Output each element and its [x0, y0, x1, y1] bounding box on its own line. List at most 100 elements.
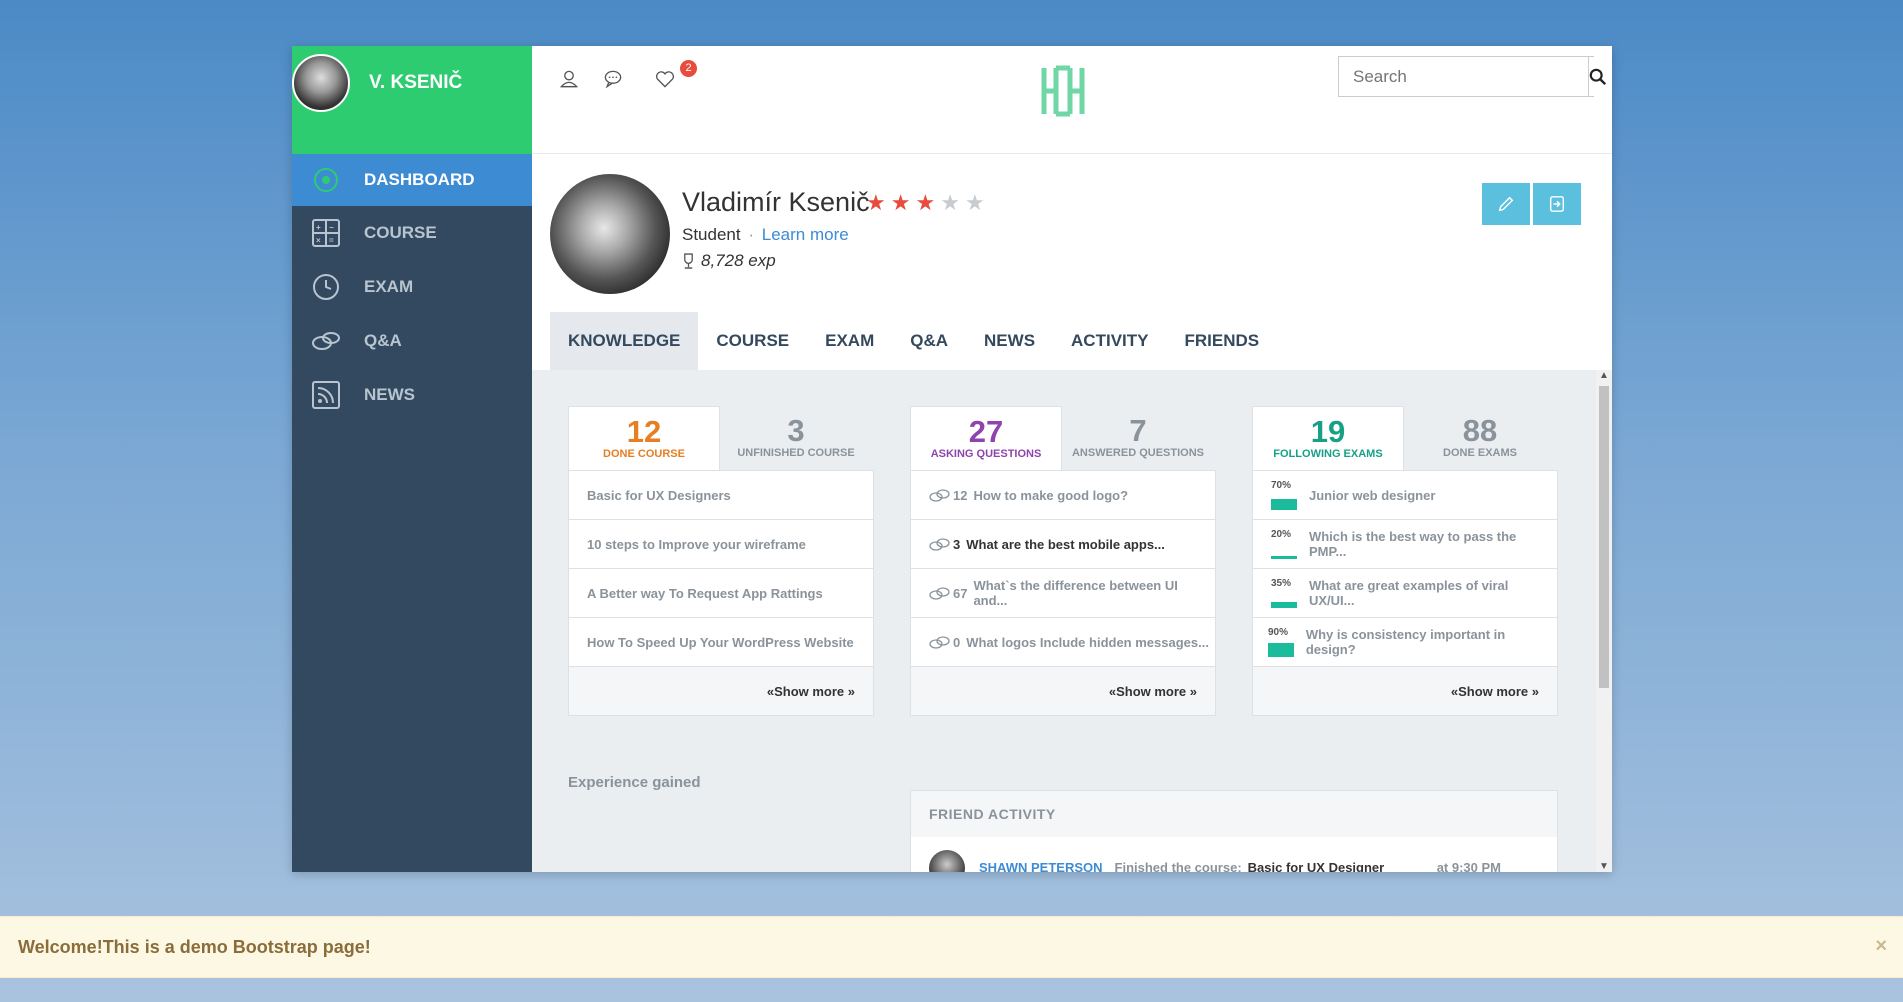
- asking-questions-tab[interactable]: 27 ASKING QUESTIONS: [910, 406, 1062, 470]
- main-content: 12 DONE COURSE 3 UNFINISHED COURSE Basic…: [532, 370, 1612, 872]
- welcome-alert: Welcome!This is a demo Bootstrap page! ×: [0, 916, 1903, 978]
- sidebar-item-label: COURSE: [364, 223, 437, 242]
- sidebar-user[interactable]: V. KSENIČ: [292, 46, 532, 154]
- question-text: What logos Include hidden messages...: [966, 634, 1209, 650]
- tab-news[interactable]: NEWS: [966, 312, 1053, 370]
- sidebar-item-news[interactable]: NEWS: [292, 368, 532, 422]
- chat-icon: [310, 325, 342, 357]
- list-item[interactable]: A Better way To Request App Rattings: [569, 569, 873, 618]
- list-item[interactable]: 67 What`s the difference between UI and.…: [911, 569, 1215, 618]
- tab-knowledge[interactable]: KNOWLEDGE: [550, 312, 699, 370]
- logout-button[interactable]: [1533, 183, 1581, 225]
- user-name[interactable]: V. KSENIČ: [369, 72, 462, 94]
- progress-percent: 35%: [1271, 578, 1292, 589]
- sidebar-item-label: Q&A: [364, 331, 402, 350]
- list-item[interactable]: 3 What are the best mobile apps...: [911, 520, 1215, 569]
- scroll-thumb[interactable]: [1599, 386, 1609, 688]
- search-input[interactable]: [1339, 57, 1588, 96]
- list-item[interactable]: How To Speed Up Your WordPress Website: [569, 618, 873, 667]
- exam-title: Why is consistency important in design?: [1305, 627, 1506, 657]
- progress-percent: 70%: [1271, 480, 1292, 491]
- list-item[interactable]: 0 What logos Include hidden messages...: [911, 618, 1215, 667]
- stat-number: 19: [1310, 414, 1346, 449]
- list-item[interactable]: 10 steps to Improve your wireframe: [569, 520, 873, 569]
- activity-target[interactable]: Basic for UX Designer: [1248, 860, 1385, 872]
- message-icon[interactable]: [602, 68, 628, 94]
- friend-activity-panel: FRIEND ACTIVITY SHAWN PETERSON Finished …: [910, 790, 1558, 872]
- done-course-tab[interactable]: 12 DONE COURSE: [568, 406, 720, 470]
- profile-exp: 8,728 exp: [682, 251, 776, 271]
- progress-fill: [1268, 643, 1294, 657]
- rating-stars: ★ ★ ★ ★ ★: [866, 190, 985, 216]
- close-icon[interactable]: ×: [1875, 935, 1887, 958]
- list-item[interactable]: Basic for UX Designers: [569, 471, 873, 520]
- scroll-down-icon[interactable]: ▼: [1599, 861, 1609, 872]
- chat-icon: [929, 636, 950, 649]
- list-item[interactable]: 12 How to make good logo?: [911, 471, 1215, 520]
- scroll-up-icon[interactable]: ▲: [1599, 370, 1609, 381]
- unfinished-course-tab[interactable]: 3 UNFINISHED COURSE: [720, 406, 872, 470]
- stat-label: UNFINISHED COURSE: [737, 447, 855, 459]
- exam-title: Which is the best way to pass the PMP...: [1308, 529, 1517, 559]
- sidebar-item-label: NEWS: [364, 385, 415, 404]
- progress-fill: [1271, 556, 1297, 559]
- chat-icon: [929, 538, 950, 551]
- edit-button[interactable]: [1482, 183, 1530, 225]
- star-icon: ★: [866, 190, 886, 215]
- questions-list: 12 How to make good logo? 3 What are the…: [910, 470, 1216, 716]
- done-exams-tab[interactable]: 88 DONE EXAMS: [1404, 406, 1556, 470]
- answer-count: 67: [952, 585, 968, 601]
- tab-activity[interactable]: ACTIVITY: [1053, 312, 1166, 370]
- list-item[interactable]: 20% Which is the best way to pass the PM…: [1253, 520, 1557, 569]
- progress-fill: [1271, 602, 1297, 608]
- sidebar-menu: DASHBOARD + − × = COURSE EXAM Q&A NEWS: [292, 154, 532, 422]
- exp-value: 8,728 exp: [701, 251, 776, 270]
- brand-logo[interactable]: [1040, 64, 1086, 118]
- progress-bar: 90%: [1268, 627, 1294, 657]
- pencil-icon: [1498, 196, 1514, 212]
- question-text: What are the best mobile apps...: [966, 536, 1165, 552]
- courses-tabs: 12 DONE COURSE 3 UNFINISHED COURSE: [568, 406, 874, 470]
- heart-icon[interactable]: [654, 68, 680, 94]
- experience-gained-title: Experience gained: [568, 774, 701, 791]
- sidebar-item-exam[interactable]: EXAM: [292, 260, 532, 314]
- sidebar-item-qa[interactable]: Q&A: [292, 314, 532, 368]
- show-more-link[interactable]: «Show more »: [569, 667, 873, 715]
- role-label: Student: [682, 225, 741, 244]
- learn-more-link[interactable]: Learn more: [762, 225, 849, 244]
- search-icon: [1589, 68, 1607, 85]
- tab-friends[interactable]: FRIENDS: [1166, 312, 1277, 370]
- sidebar-item-dashboard[interactable]: DASHBOARD: [292, 154, 532, 206]
- avatar[interactable]: [292, 54, 350, 112]
- sidebar-item-course[interactable]: + − × = COURSE: [292, 206, 532, 260]
- stat-number: 88: [1462, 413, 1498, 448]
- list-item[interactable]: 90% Why is consistency important in desi…: [1253, 618, 1557, 667]
- sidebar-item-label: EXAM: [364, 277, 414, 296]
- activity-user[interactable]: SHAWN PETERSON: [979, 860, 1103, 872]
- list-item[interactable]: 70% Junior web designer: [1253, 471, 1557, 520]
- scrollbar[interactable]: ▲ ▼: [1596, 370, 1612, 872]
- profile-role: Student · Learn more: [682, 225, 849, 245]
- tab-exam[interactable]: EXAM: [807, 312, 892, 370]
- avatar[interactable]: [929, 849, 965, 872]
- separator: ·: [748, 225, 755, 244]
- list-item[interactable]: 35% What are great examples of viral UX/…: [1253, 569, 1557, 618]
- progress-bar: 20%: [1271, 529, 1297, 559]
- progress-percent: 20%: [1271, 529, 1292, 540]
- questions-panel: 27 ASKING QUESTIONS 7 ANSWERED QUESTIONS…: [910, 406, 1216, 716]
- svg-text:−: −: [329, 223, 334, 232]
- tab-course[interactable]: COURSE: [698, 312, 807, 370]
- stat-label: ASKING QUESTIONS: [930, 448, 1042, 460]
- user-icon[interactable]: [558, 68, 584, 94]
- stat-label: DONE COURSE: [603, 448, 685, 460]
- search-button[interactable]: [1588, 57, 1607, 96]
- show-more-link[interactable]: «Show more »: [911, 667, 1215, 715]
- following-exams-tab[interactable]: 19 FOLLOWING EXAMS: [1252, 406, 1404, 470]
- top-header: 2: [532, 46, 1612, 154]
- answer-count: 0: [953, 634, 961, 650]
- answered-questions-tab[interactable]: 7 ANSWERED QUESTIONS: [1062, 406, 1214, 470]
- show-more-link[interactable]: «Show more »: [1253, 667, 1557, 715]
- svg-text:=: =: [329, 236, 334, 245]
- tab-qa[interactable]: Q&A: [892, 312, 966, 370]
- profile-tabs: KNOWLEDGE COURSE EXAM Q&A NEWS ACTIVITY …: [550, 312, 1277, 370]
